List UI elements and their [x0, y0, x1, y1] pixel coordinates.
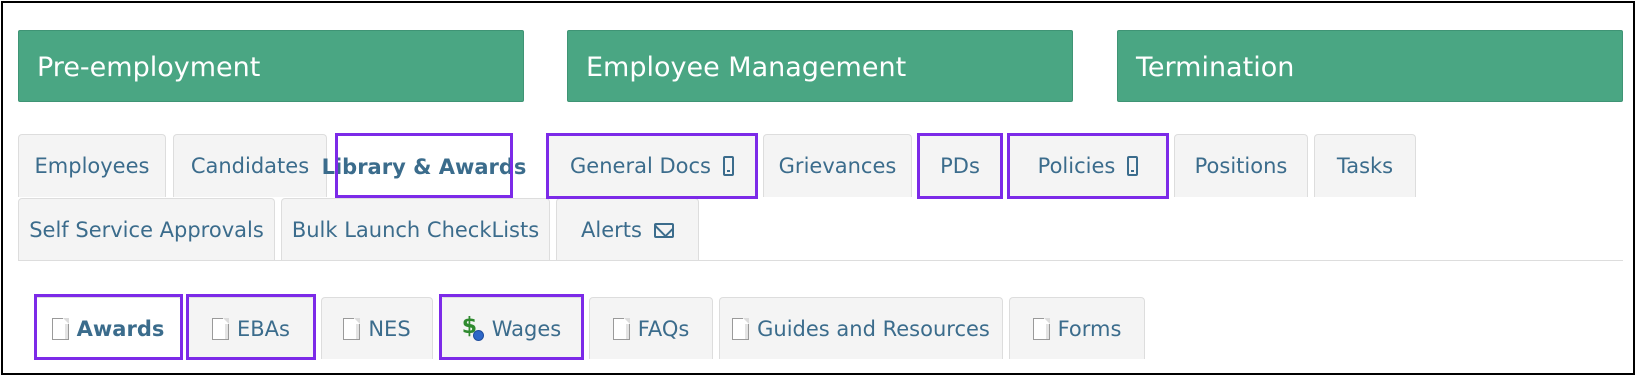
section-button-employee-management[interactable]: Employee Management — [567, 30, 1073, 102]
section-button-pre-employment[interactable]: Pre-employment — [18, 30, 524, 102]
subtab-nes[interactable]: NES — [321, 297, 433, 359]
mobile-phone-icon — [1127, 156, 1139, 176]
tab-grievances[interactable]: Grievances — [763, 134, 912, 197]
section-label: Termination — [1136, 52, 1295, 83]
document-icon — [212, 317, 229, 340]
section-label: Employee Management — [586, 52, 907, 83]
tab-label: Grievances — [778, 154, 897, 178]
tab-library-awards[interactable]: Library & Awards — [322, 134, 526, 198]
tab-general-docs[interactable]: General Docs — [547, 134, 757, 197]
mobile-phone-icon — [722, 156, 734, 176]
tab-label: Tasks — [1336, 154, 1394, 178]
document-icon — [51, 317, 69, 340]
document-icon — [612, 317, 630, 340]
subtab-label: Wages — [491, 316, 562, 341]
subtab-label: FAQs — [637, 316, 690, 341]
tab-label: Bulk Launch CheckLists — [291, 218, 540, 242]
tab-label: Library & Awards — [321, 154, 527, 179]
subtab-label: Forms — [1057, 316, 1122, 341]
subtab-faqs[interactable]: FAQs — [589, 297, 713, 359]
document-icon — [732, 317, 750, 340]
tab-candidates[interactable]: Candidates — [173, 134, 327, 197]
tab-baseline — [18, 260, 1623, 261]
document-icon — [343, 317, 361, 340]
tab-policies[interactable]: Policies — [1008, 134, 1168, 197]
tab-pds[interactable]: PDs — [918, 134, 1002, 197]
subtab-label: Guides and Resources — [757, 316, 990, 341]
tab-bulk-launch-checklists[interactable]: Bulk Launch CheckLists — [281, 198, 550, 261]
app-frame: Pre-employment Employee Management Termi… — [1, 1, 1635, 375]
subtab-ebas[interactable]: EBAs — [187, 297, 315, 359]
tab-label: Candidates — [190, 154, 310, 178]
subtab-label: NES — [368, 316, 411, 341]
tab-alerts[interactable]: Alerts — [556, 198, 699, 261]
tab-label: General Docs — [570, 154, 711, 178]
money-icon: $ — [462, 314, 484, 341]
tab-label: Employees — [34, 154, 150, 178]
tab-tasks[interactable]: Tasks — [1314, 134, 1416, 197]
subtab-guides-and-resources[interactable]: Guides and Resources — [719, 297, 1003, 359]
envelope-icon — [653, 222, 674, 238]
section-label: Pre-employment — [37, 52, 261, 83]
tab-label: PDs — [940, 154, 980, 178]
subtab-forms[interactable]: Forms — [1009, 297, 1145, 359]
document-icon — [1032, 317, 1050, 340]
tab-employees[interactable]: Employees — [18, 134, 166, 197]
subtab-awards[interactable]: Awards — [34, 297, 182, 359]
subtab-wages[interactable]: $ Wages — [440, 297, 583, 359]
subtab-label: Awards — [76, 316, 165, 341]
tab-self-service-approvals[interactable]: Self Service Approvals — [18, 198, 275, 261]
subtab-label: EBAs — [237, 316, 290, 341]
tab-label: Self Service Approvals — [29, 218, 264, 242]
section-button-termination[interactable]: Termination — [1117, 30, 1623, 102]
tab-label: Policies — [1037, 154, 1116, 178]
tab-label: Positions — [1194, 154, 1288, 178]
tab-label: Alerts — [581, 218, 642, 242]
tab-positions[interactable]: Positions — [1174, 134, 1308, 197]
